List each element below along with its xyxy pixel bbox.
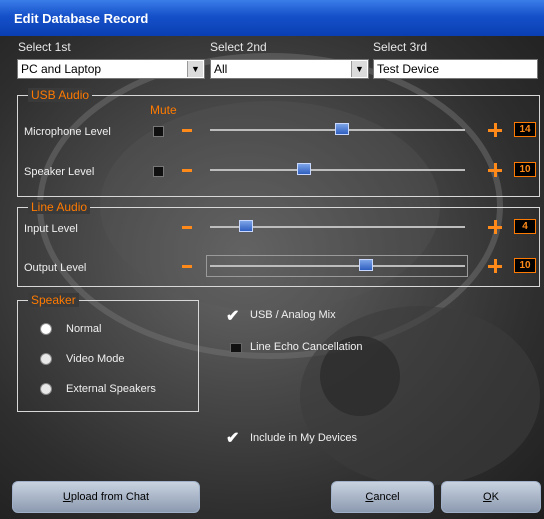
minus-icon[interactable] — [182, 265, 192, 268]
input-level-label: Input Level — [24, 223, 78, 235]
plus-icon[interactable] — [488, 220, 502, 234]
select-2nd-label: Select 2nd — [210, 40, 267, 54]
minus-icon[interactable] — [182, 169, 192, 172]
usb-audio-group: USB Audio — [17, 88, 540, 197]
speaker-mute-checkbox[interactable] — [153, 166, 164, 177]
speaker-slider-track[interactable] — [210, 169, 465, 171]
window-title: Edit Database Record — [14, 11, 149, 26]
upload-button-text: pload from Chat — [70, 491, 150, 503]
select-2nd-dropdown[interactable]: All ▼ — [210, 59, 369, 79]
mute-header: Mute — [150, 103, 177, 117]
usb-analog-mix-label: USB / Analog Mix — [250, 309, 336, 321]
plus-icon[interactable] — [488, 163, 502, 177]
plus-icon[interactable] — [488, 123, 502, 137]
select-3rd-input[interactable]: Test Device — [373, 59, 538, 79]
output-slider-thumb[interactable] — [359, 259, 374, 271]
line-echo-checkbox[interactable] — [230, 343, 242, 353]
ok-button-text: K — [491, 491, 499, 503]
microphone-level-label: Microphone Level — [24, 126, 111, 138]
select-2nd-value: All — [214, 62, 228, 76]
radio-external-speakers-label: External Speakers — [66, 383, 156, 395]
ok-button-mnemonic: O — [483, 491, 492, 503]
radio-video-mode[interactable] — [40, 353, 52, 365]
output-level-value: 10 — [514, 258, 536, 273]
cancel-button[interactable]: Cancel — [331, 481, 434, 513]
select-1st-label: Select 1st — [18, 40, 71, 54]
minus-icon[interactable] — [182, 226, 192, 229]
title-bar: Edit Database Record — [0, 0, 544, 36]
include-devices-label: Include in My Devices — [250, 432, 357, 444]
speaker-group-title: Speaker — [28, 293, 79, 307]
edit-record-window: Edit Database Record Select 1st Select 2… — [0, 0, 544, 519]
upload-button-mnemonic: U — [62, 491, 71, 503]
microphone-slider-thumb[interactable] — [335, 123, 350, 135]
ok-button[interactable]: OK — [441, 481, 541, 513]
plus-icon[interactable] — [488, 259, 502, 273]
include-devices-checkbox[interactable]: ✔ — [226, 428, 239, 448]
speaker-level-value: 10 — [514, 162, 536, 177]
cancel-button-text: ancel — [373, 491, 400, 503]
radio-video-mode-label: Video Mode — [66, 353, 125, 365]
radio-external-speakers[interactable] — [40, 383, 52, 395]
line-audio-title: Line Audio — [28, 200, 91, 214]
upload-from-chat-button[interactable]: Upload from Chat — [12, 481, 200, 513]
usb-analog-mix-checkbox[interactable]: ✔ — [226, 306, 239, 326]
usb-audio-title: USB Audio — [28, 88, 93, 102]
minus-icon[interactable] — [182, 129, 192, 132]
output-slider-track[interactable] — [210, 265, 465, 267]
select-1st-dropdown[interactable]: PC and Laptop ▼ — [17, 59, 205, 79]
line-echo-label: Line Echo Cancellation — [250, 341, 363, 353]
select-3rd-value: Test Device — [377, 62, 440, 76]
select-3rd-label: Select 3rd — [373, 40, 428, 54]
radio-normal-label: Normal — [66, 323, 102, 335]
speaker-level-label: Speaker Level — [24, 166, 95, 178]
dropdown-arrow-icon[interactable]: ▼ — [187, 61, 203, 77]
microphone-level-value: 14 — [514, 122, 536, 137]
input-level-value: 4 — [514, 219, 536, 234]
speaker-slider-thumb[interactable] — [296, 163, 311, 175]
output-level-label: Output Level — [24, 262, 87, 274]
dropdown-arrow-icon[interactable]: ▼ — [351, 61, 367, 77]
microphone-mute-checkbox[interactable] — [153, 126, 164, 137]
radio-normal[interactable] — [40, 323, 52, 335]
select-1st-value: PC and Laptop — [21, 62, 102, 76]
input-slider-thumb[interactable] — [238, 220, 253, 232]
